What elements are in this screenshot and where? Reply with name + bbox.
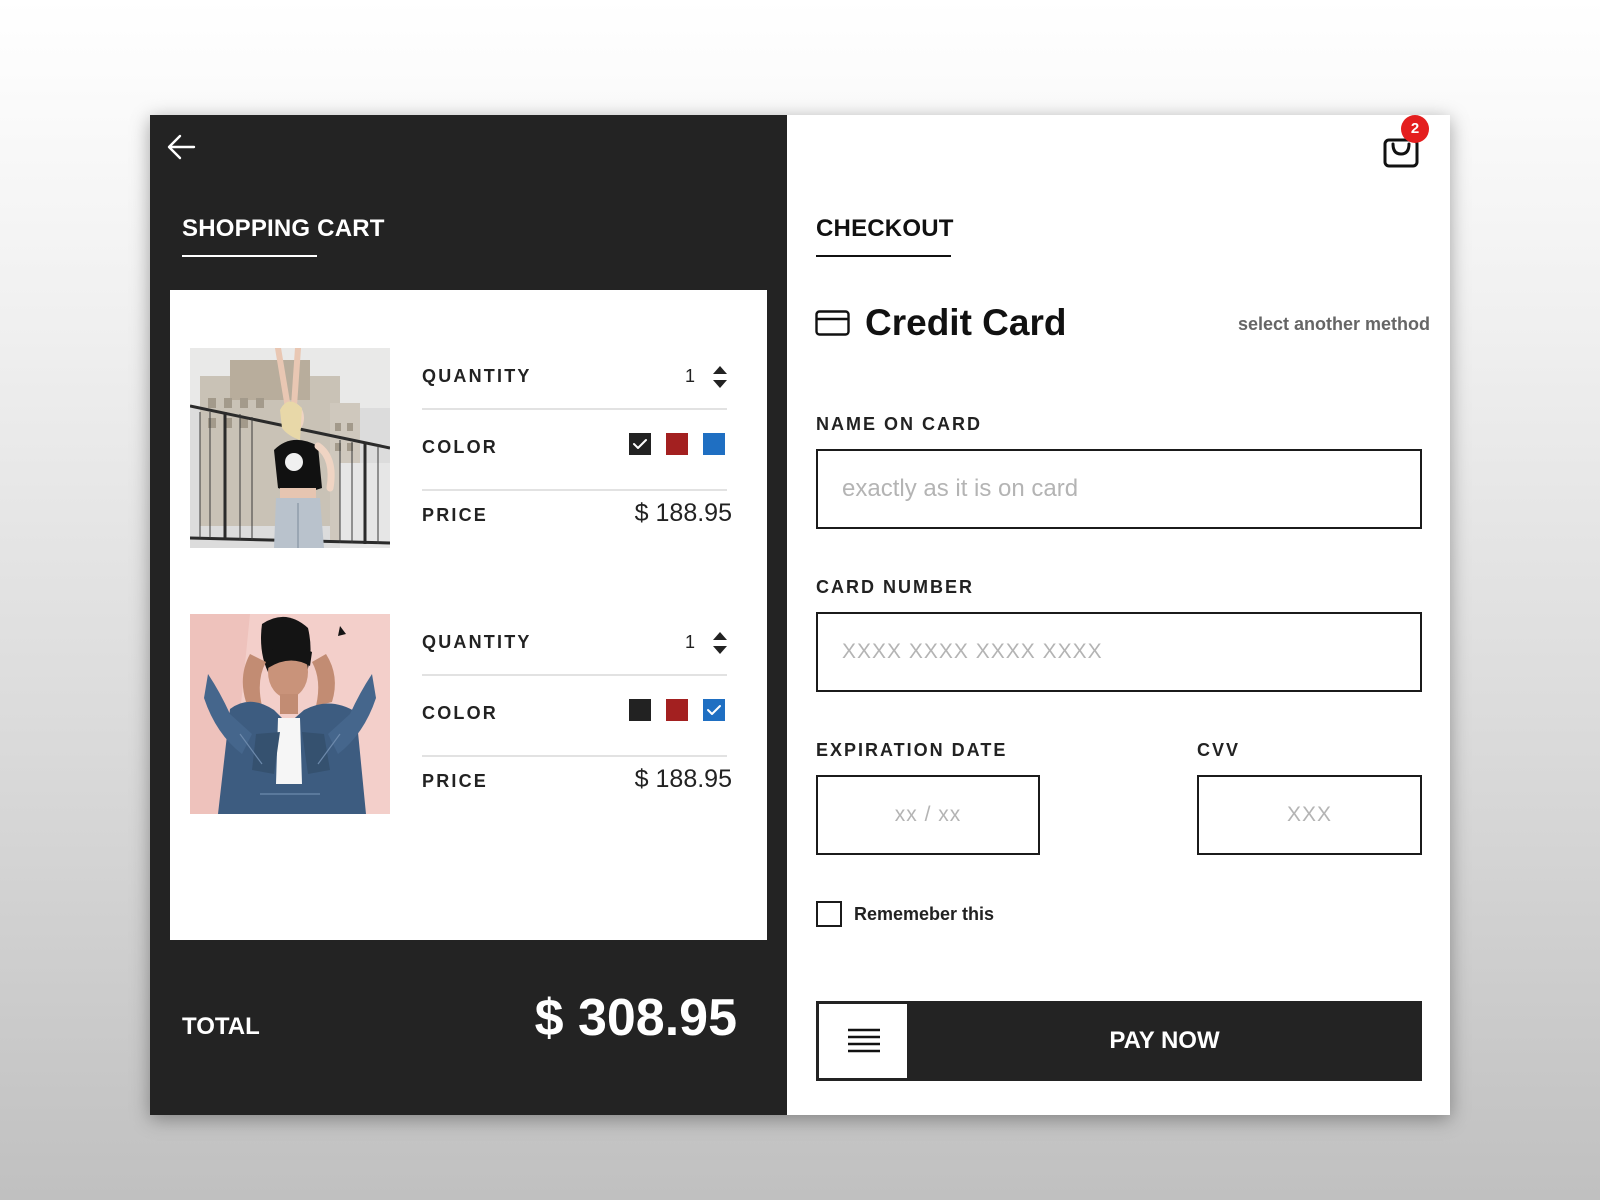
- color-swatch-black[interactable]: [629, 699, 651, 721]
- quantity-label: QUANTITY: [422, 632, 532, 652]
- sort-arrows-icon: [713, 632, 727, 654]
- divider: [422, 755, 727, 757]
- expiration-date-input[interactable]: [816, 775, 1040, 855]
- check-icon: [633, 439, 647, 449]
- divider: [422, 408, 727, 410]
- quantity-row: QUANTITY 1: [422, 366, 727, 392]
- cart-items-list: QUANTITY 1 COLOR PRICE $ 188.95 QUANTITY…: [170, 290, 767, 940]
- total-label: TOTAL: [182, 1013, 260, 1040]
- cart-title: SHOPPING CART: [182, 215, 385, 242]
- color-row: COLOR: [422, 433, 727, 465]
- quantity-value: 1: [685, 632, 696, 652]
- divider: [422, 489, 727, 491]
- color-label: COLOR: [422, 703, 498, 723]
- shopping-cart-panel: SHOPPING CART QUANTITY 1 COLOR PRICE $ 1…: [150, 115, 787, 1115]
- cart-count-badge: 2: [1401, 115, 1429, 143]
- quantity-row: QUANTITY 1: [422, 632, 727, 658]
- quantity-stepper[interactable]: [712, 364, 728, 390]
- payment-method-title: Credit Card: [865, 302, 1067, 343]
- price-row: PRICE $ 188.95: [422, 499, 732, 535]
- quantity-label: QUANTITY: [422, 366, 532, 386]
- divider: [422, 674, 727, 676]
- name-on-card-label: NAME ON CARD: [816, 414, 982, 434]
- cart-title-underline: [182, 255, 317, 257]
- pay-menu-box: [819, 1004, 907, 1078]
- cart-item: QUANTITY 1 COLOR PRICE $ 188.95: [190, 614, 750, 819]
- checkout-title-underline: [816, 255, 951, 257]
- checkout-card: SHOPPING CART QUANTITY 1 COLOR PRICE $ 1…: [150, 115, 1450, 1115]
- checkout-panel: 2 CHECKOUT Credit Card select another me…: [787, 115, 1450, 1115]
- sort-arrows-icon: [713, 366, 727, 388]
- menu-icon: [848, 1028, 880, 1053]
- color-swatch-red[interactable]: [666, 699, 688, 721]
- pay-now-button[interactable]: PAY NOW: [816, 1001, 1422, 1081]
- check-icon: [707, 705, 721, 715]
- credit-card-icon: [815, 310, 850, 336]
- total-value: $ 308.95: [534, 989, 737, 1047]
- remember-label: Rememeber this: [854, 904, 995, 924]
- color-swatch-red[interactable]: [666, 433, 688, 455]
- cvv-input[interactable]: [1197, 775, 1422, 855]
- quantity-value: 1: [685, 366, 696, 386]
- remember-checkbox[interactable]: [816, 901, 842, 927]
- arrow-left-icon: [167, 134, 196, 160]
- card-number-input[interactable]: [816, 612, 1422, 692]
- price-value: $ 188.95: [634, 499, 732, 527]
- select-another-method-link[interactable]: select another method: [1238, 314, 1430, 335]
- color-swatch-blue[interactable]: [703, 433, 725, 455]
- card-number-label: CARD NUMBER: [816, 577, 974, 597]
- price-label: PRICE: [422, 771, 489, 791]
- name-on-card-input[interactable]: [816, 449, 1422, 529]
- cart-item: QUANTITY 1 COLOR PRICE $ 188.95: [190, 348, 750, 553]
- color-label: COLOR: [422, 437, 498, 457]
- pay-now-label: PAY NOW: [1109, 1027, 1220, 1054]
- quantity-stepper[interactable]: [712, 630, 728, 656]
- color-row: COLOR: [422, 699, 727, 731]
- checkout-title: CHECKOUT: [816, 215, 954, 242]
- price-row: PRICE $ 188.95: [422, 765, 732, 801]
- color-swatch-black[interactable]: [629, 433, 651, 455]
- expiration-date-label: EXPIRATION DATE: [816, 740, 1008, 760]
- cvv-label: CVV: [1197, 740, 1241, 760]
- color-swatch-blue[interactable]: [703, 699, 725, 721]
- product-image: [190, 614, 390, 814]
- back-button[interactable]: [166, 132, 196, 162]
- product-image: [190, 348, 390, 548]
- price-value: $ 188.95: [634, 765, 732, 793]
- price-label: PRICE: [422, 505, 489, 525]
